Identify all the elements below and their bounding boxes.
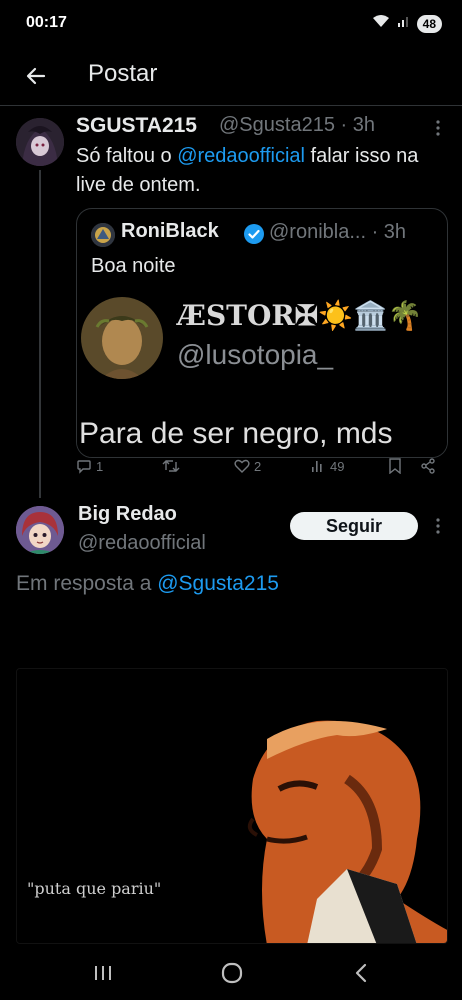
chevron-left-icon [355,963,367,983]
reply-media[interactable]: "puta que pariu" [16,668,448,944]
like-count: 2 [254,458,262,474]
home-icon [221,962,243,984]
meme-image [17,669,447,943]
views-button[interactable]: 49 [310,458,344,474]
verified-badge-icon [243,223,265,245]
reply-context: Em resposta a @Sgusta215 [16,572,279,595]
bookmark-button[interactable] [388,458,402,474]
share-icon [421,458,435,474]
status-time: 00:17 [26,14,67,31]
signal-icon [397,14,411,33]
like-button[interactable]: 2 [234,458,261,474]
bookmark-icon [389,458,401,474]
recent-apps-button[interactable] [88,958,118,988]
reply-author-name[interactable]: Big Redao [78,503,177,526]
reply-icon [77,460,91,474]
image-handle: @lusotopia_ [177,339,334,370]
share-button[interactable] [420,458,436,474]
avatar[interactable] [16,506,64,554]
reply-author-handle: @redaoofficial [78,532,206,554]
retweet-icon [162,460,180,472]
tweet-text: Só faltou o @redaoofficial falar isso na… [76,145,419,196]
author-handle-time: @Sgusta215 · 3h [219,114,375,136]
views-count: 49 [330,458,345,474]
tweet-actions: 1 2 49 [76,458,448,482]
page-title: Postar [88,60,158,87]
follow-button[interactable]: Seguir [290,512,418,540]
battery-indicator: 48 [416,14,442,33]
views-icon [312,461,322,472]
quoted-author-name: RoniBlack [121,220,219,242]
nav-back-button[interactable] [346,958,376,988]
retweet-button[interactable] [162,458,184,474]
quoted-handle-time: @ronibla... · 3h [269,221,407,243]
reply-button[interactable]: 1 [76,458,103,474]
status-icons: 48 [371,13,442,34]
quoted-image[interactable]: ÆSTOR✠☀️🏛️🌴 @lusotopia_ Para de ser negr… [77,289,447,457]
author-name[interactable]: SGUSTA215 [76,114,197,138]
reply-count: 1 [96,458,104,474]
recent-apps-icon [95,966,111,980]
system-nav-bar [0,944,462,1000]
media-caption: "puta que pariu" [27,879,162,898]
heart-icon [234,459,250,473]
wifi-icon [371,13,391,34]
mention-link[interactable]: @redaoofficial [177,145,305,167]
reply-target-link[interactable]: @Sgusta215 [157,572,279,595]
page-header: Postar [0,50,462,106]
avatar[interactable] [16,118,64,166]
image-caption: Para de ser negro, mds [79,417,393,450]
quoted-tweet[interactable]: RoniBlack @ronibla... · 3h Boa noite ÆST… [76,208,448,458]
arrow-left-icon [26,67,46,85]
thread-line [39,170,41,498]
quoted-avatar [91,223,115,247]
more-options-icon[interactable] [428,516,448,536]
image-display-name: ÆSTOR✠☀️🏛️🌴 [177,299,423,332]
home-button[interactable] [217,958,247,988]
more-options-icon[interactable] [428,118,448,138]
status-bar: 00:17 48 [0,0,462,48]
quoted-text: Boa noite [91,255,176,277]
back-button[interactable] [20,60,52,92]
portrait-image [81,297,163,379]
